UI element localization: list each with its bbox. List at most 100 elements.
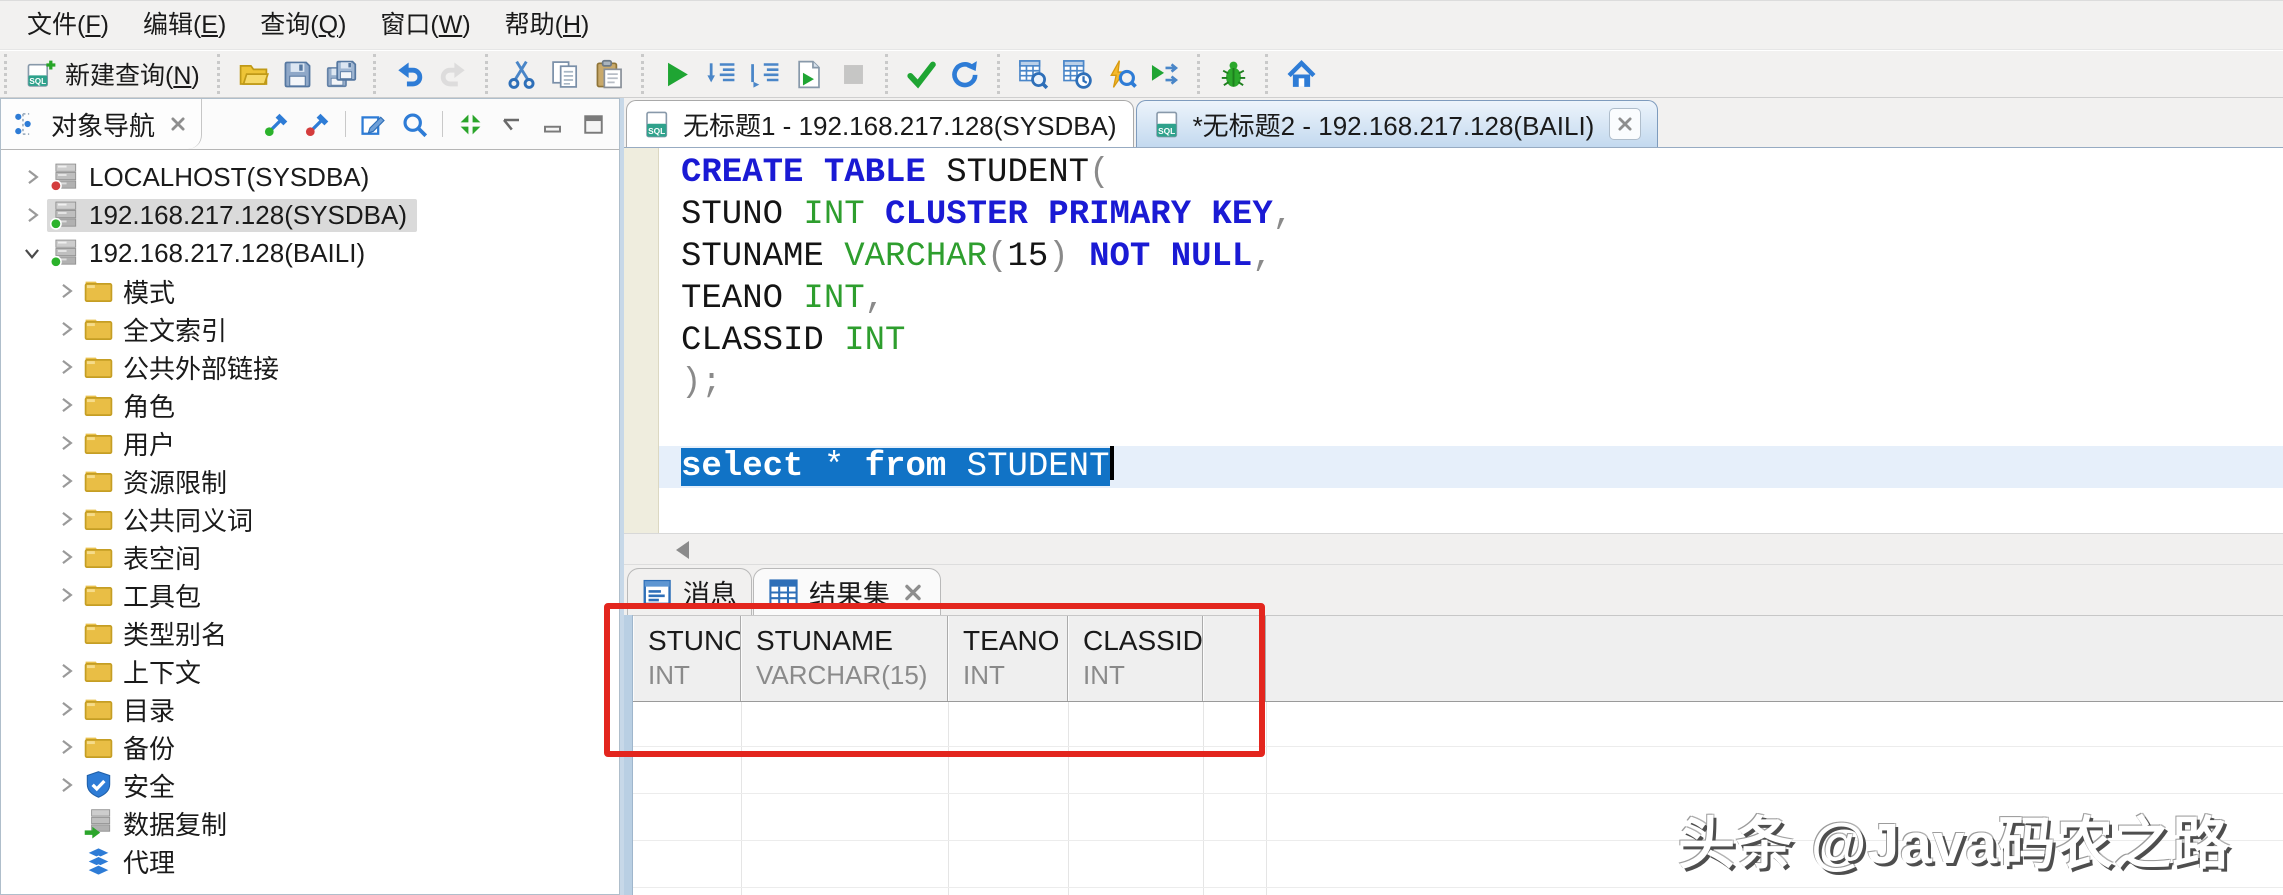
new-query-button[interactable]: SQL: [19, 54, 63, 94]
menu-help[interactable]: 帮助(H): [488, 4, 607, 46]
tree-item-content: 资源限制: [81, 462, 237, 501]
collapse-all-button[interactable]: [457, 111, 484, 138]
tree-item-resource-limits[interactable]: 资源限制: [1, 462, 619, 500]
maximize-button[interactable]: [580, 111, 607, 138]
column-header-classid[interactable]: CLASSIDINT: [1068, 616, 1203, 701]
menu-window[interactable]: 窗口(W): [363, 4, 487, 46]
editor-horizontal-scrollbar[interactable]: [624, 533, 2283, 565]
tab-object-navigator[interactable]: 对象导航: [1, 99, 202, 149]
chevron-collapsed-icon[interactable]: [17, 204, 47, 226]
tree-item-public-db-links[interactable]: 公共外部链接: [1, 348, 619, 386]
edit-button[interactable]: [360, 111, 387, 138]
redo-button[interactable]: [432, 54, 476, 94]
tree-item-contexts[interactable]: 上下文: [1, 652, 619, 690]
folder-icon: [83, 466, 114, 497]
code-line-selected: select * from STUDENT: [659, 446, 2283, 488]
commit-button[interactable]: [900, 54, 944, 94]
chevron-collapsed-icon[interactable]: [51, 584, 81, 606]
sql-code[interactable]: CREATE TABLE STUDENT(STUNO INT CLUSTER P…: [659, 148, 2283, 533]
chevron-collapsed-icon[interactable]: [17, 166, 47, 188]
editor-tab-untitled1[interactable]: SQL无标题1 - 192.168.217.128(SYSDBA): [626, 100, 1134, 147]
object-navigator-icon: [13, 110, 41, 138]
close-icon[interactable]: [165, 111, 191, 137]
minimize-button[interactable]: [539, 111, 566, 138]
editor-tab-untitled2[interactable]: SQL*无标题2 - 192.168.217.128(BAILI): [1136, 100, 1659, 147]
tree-item-directories[interactable]: 目录: [1, 690, 619, 728]
chevron-collapsed-icon[interactable]: [51, 508, 81, 530]
column-header-stuno[interactable]: STUNOINT: [633, 616, 741, 701]
undo-button[interactable]: [388, 54, 432, 94]
copy-button[interactable]: [544, 54, 588, 94]
menu-query[interactable]: 查询(Q): [243, 4, 363, 46]
menu-edit[interactable]: 编辑(E): [126, 4, 243, 46]
execute-script-button[interactable]: [788, 54, 832, 94]
sql-new-icon: SQL: [26, 59, 57, 90]
shield-icon: [83, 770, 114, 801]
bottom-tab-messages[interactable]: 消息: [627, 568, 752, 615]
chevron-collapsed-icon[interactable]: [51, 356, 81, 378]
tree-item-agent[interactable]: 代理: [1, 842, 619, 880]
plan-schedule-button[interactable]: [1056, 54, 1100, 94]
paste-button[interactable]: [588, 54, 632, 94]
open-button[interactable]: [232, 54, 276, 94]
chevron-collapsed-icon[interactable]: [51, 432, 81, 454]
tree-item-type-aliases[interactable]: 类型别名: [1, 614, 619, 652]
rollback-button[interactable]: [944, 54, 988, 94]
tree-item-security[interactable]: 安全: [1, 766, 619, 804]
tree-item-192-168-217-128-sysdba[interactable]: 192.168.217.128(SYSDBA): [1, 196, 619, 234]
chevron-collapsed-icon[interactable]: [51, 546, 81, 568]
tree-item-label: 备份: [123, 729, 175, 766]
search-button[interactable]: [401, 111, 428, 138]
execute-button[interactable]: [656, 54, 700, 94]
folder-icon: [83, 428, 114, 459]
close-icon[interactable]: [900, 579, 926, 605]
execute-next-statement-button[interactable]: [744, 54, 788, 94]
chevron-collapsed-icon[interactable]: [51, 736, 81, 758]
sql-editor[interactable]: CREATE TABLE STUDENT(STUNO INT CLUSTER P…: [624, 148, 2283, 533]
tree-item-backups[interactable]: 备份: [1, 728, 619, 766]
bottom-tab-result-set[interactable]: 结果集: [753, 568, 941, 615]
folder-icon: [83, 656, 114, 687]
home-button[interactable]: [1280, 54, 1324, 94]
chevron-collapsed-icon[interactable]: [51, 394, 81, 416]
tree-item-192-168-217-128-baili[interactable]: 192.168.217.128(BAILI): [1, 234, 619, 272]
tree-item-data-replication[interactable]: 数据复制: [1, 804, 619, 842]
save-button[interactable]: [276, 54, 320, 94]
query-plan-button[interactable]: [1012, 54, 1056, 94]
column-header-teano[interactable]: TEANOINT: [948, 616, 1068, 701]
cut-button[interactable]: [500, 54, 544, 94]
chevron-collapsed-icon[interactable]: [51, 698, 81, 720]
tree-item-tablespaces[interactable]: 表空间: [1, 538, 619, 576]
tree-item-packages[interactable]: 工具包: [1, 576, 619, 614]
disconnect-button[interactable]: [304, 111, 331, 138]
view-menu-button[interactable]: [498, 111, 525, 138]
chevron-collapsed-icon[interactable]: [51, 318, 81, 340]
execute-current-statement-button[interactable]: [700, 54, 744, 94]
quick-explain-button[interactable]: [1100, 54, 1144, 94]
chevron-collapsed-icon[interactable]: [51, 470, 81, 492]
continue-execute-button[interactable]: [1144, 54, 1188, 94]
tree-item-localhost-sysdba[interactable]: LOCALHOST(SYSDBA): [1, 158, 619, 196]
column-header-stuname[interactable]: STUNAMEVARCHAR(15): [741, 616, 948, 701]
chevron-collapsed-icon[interactable]: [51, 660, 81, 682]
tree-item-public-synonyms[interactable]: 公共同义词: [1, 500, 619, 538]
menu-file[interactable]: 文件(F): [10, 4, 126, 46]
close-icon[interactable]: [1609, 108, 1641, 140]
column-name: TEANO: [963, 625, 1067, 657]
text-cursor: [1110, 446, 1114, 480]
save-as-button[interactable]: [320, 54, 364, 94]
tree-item-fulltext-indexes[interactable]: 全文索引: [1, 310, 619, 348]
chevron-collapsed-icon[interactable]: [51, 280, 81, 302]
toolbar-group: SQL新建查询(N): [4, 54, 217, 94]
scroll-left-icon[interactable]: [676, 541, 689, 559]
stop-button[interactable]: [832, 54, 876, 94]
connect-button[interactable]: [263, 111, 290, 138]
chevron-collapsed-icon[interactable]: [51, 774, 81, 796]
bug-icon: [1218, 59, 1249, 90]
save-as-icon: [326, 59, 357, 90]
tree-item-schemas[interactable]: 模式: [1, 272, 619, 310]
chevron-expanded-icon[interactable]: [17, 242, 47, 264]
debug-button[interactable]: [1212, 54, 1256, 94]
tree-item-users[interactable]: 用户: [1, 424, 619, 462]
tree-item-roles[interactable]: 角色: [1, 386, 619, 424]
